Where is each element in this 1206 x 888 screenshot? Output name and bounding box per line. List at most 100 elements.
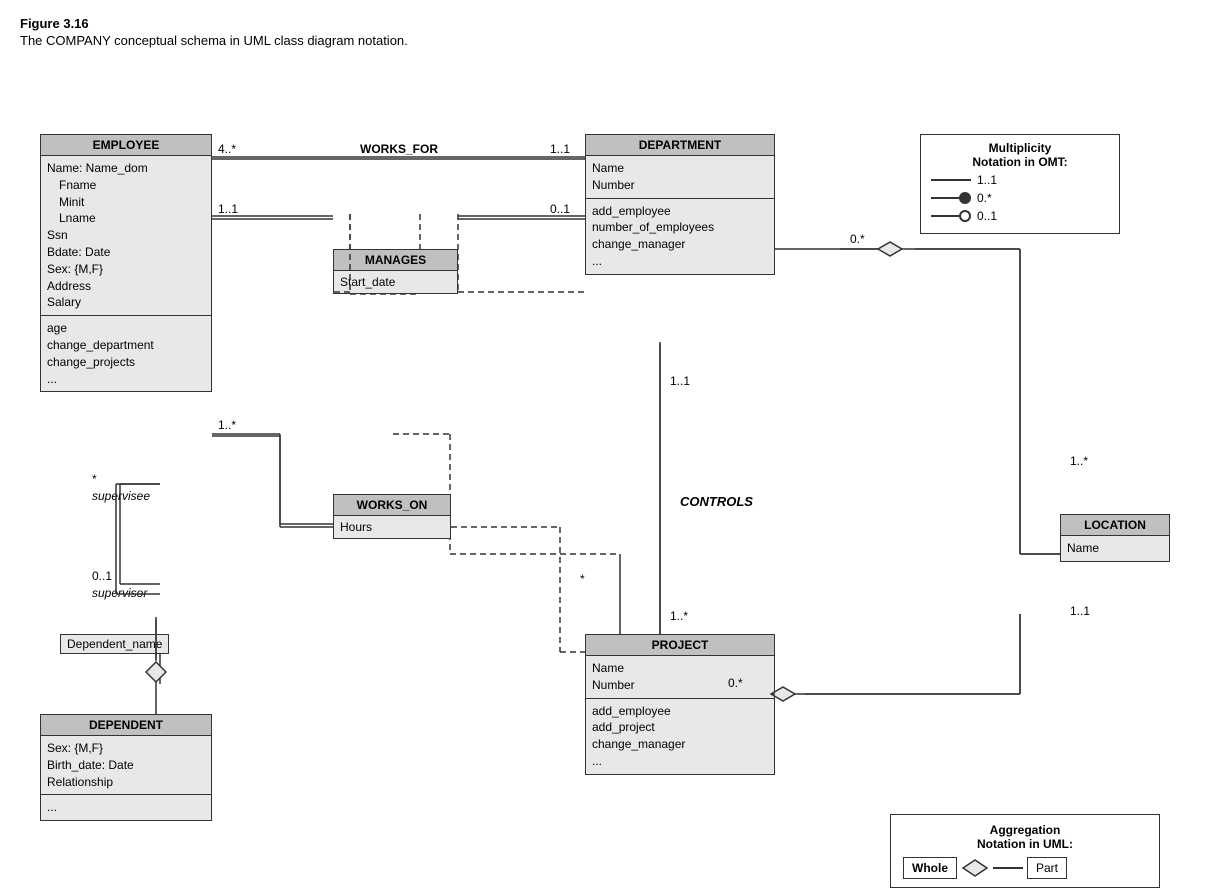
dependent-methods: ...: [41, 795, 211, 820]
diagram-area: EMPLOYEE Name: Name_dom Fname Minit Lnam…: [20, 64, 1186, 844]
dept-method-add: add_employee: [592, 203, 768, 220]
notation-row-0-1: 0..1: [931, 209, 1109, 223]
mult-proj-location: 0.*: [728, 676, 743, 690]
mult-controls-proj: 1..*: [670, 609, 688, 623]
mult-works-on-proj: *: [580, 572, 585, 586]
department-methods: add_employee number_of_employees change_…: [586, 199, 774, 274]
mult-supervise-01: 0..1: [92, 569, 112, 583]
dependent-attributes: Sex: {M,F} Birth_date: Date Relationship: [41, 736, 211, 795]
mult-controls-dept: 1..1: [670, 374, 690, 388]
dep-method-etc: ...: [47, 799, 205, 816]
method-change-proj: change_projects: [47, 354, 205, 371]
dept-method-change: change_manager: [592, 236, 768, 253]
dependent-class: DEPENDENT Sex: {M,F} Birth_date: Date Re…: [40, 714, 212, 821]
project-class-header: PROJECT: [586, 635, 774, 656]
dot-open-circle: [959, 210, 971, 222]
multiplicity-notation-box: Multiplicity Notation in OMT: 1..1 0.*: [920, 134, 1120, 234]
dot-filled-circle: [959, 192, 971, 204]
proj-method-change: change_manager: [592, 736, 768, 753]
label-0-star: 0.*: [977, 191, 992, 205]
manages-attr-startdate: Start_date: [340, 275, 451, 289]
figure-title: Figure 3.16: [20, 16, 1186, 31]
line-1-1: [931, 179, 971, 181]
method-change-dept: change_department: [47, 337, 205, 354]
label-1-1: 1..1: [977, 173, 997, 187]
attr-salary: Salary: [47, 294, 205, 311]
aggregation-row: Whole Part: [903, 857, 1147, 879]
project-methods: add_employee add_project change_manager …: [586, 699, 774, 774]
notation-row-0-star: 0.*: [931, 191, 1109, 205]
mult-supervise-star: *: [92, 472, 97, 486]
mult-1-1-dept: 1..1: [550, 142, 570, 156]
line-0-star: [931, 192, 971, 204]
notation-title: Multiplicity Notation in OMT:: [931, 141, 1109, 169]
label-0-1: 0..1: [977, 209, 997, 223]
attr-name-dom: Name: Name_dom: [47, 160, 205, 177]
mult-location-1star: 1..*: [1070, 454, 1088, 468]
dep-attr-birthdate: Birth_date: Date: [47, 757, 205, 774]
label-supervisor: supervisor: [92, 586, 147, 600]
manages-box: MANAGES Start_date: [333, 249, 458, 294]
mult-manages-emp: 1..1: [218, 202, 238, 216]
project-class: PROJECT Name Number add_employee add_pro…: [585, 634, 775, 775]
dot-line-filled: [931, 197, 959, 199]
employee-methods: age change_department change_projects ..…: [41, 316, 211, 391]
attr-address: Address: [47, 278, 205, 295]
label-supervisee: supervisee: [92, 489, 150, 503]
dependent-name-box: Dependent_name: [60, 634, 169, 654]
works-on-body: Hours: [334, 516, 450, 538]
department-attributes: Name Number: [586, 156, 774, 199]
mult-location-11: 1..1: [1070, 604, 1090, 618]
notation-row-1-1: 1..1: [931, 173, 1109, 187]
department-class-header: DEPARTMENT: [586, 135, 774, 156]
part-label: Part: [1027, 857, 1067, 879]
method-etc: ...: [47, 371, 205, 388]
dependent-class-header: DEPENDENT: [41, 715, 211, 736]
attr-lname: Lname: [47, 210, 205, 227]
mult-works-on-emp: 1..*: [218, 418, 236, 432]
whole-label: Whole: [903, 857, 957, 879]
dept-attr-name: Name: [592, 160, 768, 177]
works-for-label: WORKS_FOR: [360, 142, 438, 156]
works-on-box: WORKS_ON Hours: [333, 494, 451, 539]
attr-fname: Fname: [47, 177, 205, 194]
dep-attr-relationship: Relationship: [47, 774, 205, 791]
proj-method-add-emp: add_employee: [592, 703, 768, 720]
location-class-header: LOCATION: [1061, 515, 1169, 536]
method-age: age: [47, 320, 205, 337]
manages-header: MANAGES: [334, 250, 457, 271]
dept-method-num: number_of_employees: [592, 219, 768, 236]
dependent-diamond: [144, 660, 164, 680]
attr-ssn: Ssn: [47, 227, 205, 244]
employee-attributes: Name: Name_dom Fname Minit Lname Ssn Bda…: [41, 156, 211, 316]
dot-line-open: [931, 215, 959, 217]
works-on-header: WORKS_ON: [334, 495, 450, 516]
location-class: LOCATION Name: [1060, 514, 1170, 562]
loc-attr-name: Name: [1067, 540, 1163, 557]
aggregation-title: Aggregation Notation in UML:: [903, 823, 1147, 851]
line-0-1: [931, 210, 971, 222]
manages-body: Start_date: [334, 271, 457, 293]
mult-4-star: 4..*: [218, 142, 236, 156]
mult-dept-location: 0.*: [850, 232, 865, 246]
dep-attr-sex: Sex: {M,F}: [47, 740, 205, 757]
proj-method-etc: ...: [592, 753, 768, 770]
department-class: DEPARTMENT Name Number add_employee numb…: [585, 134, 775, 275]
project-attributes: Name Number: [586, 656, 774, 699]
aggregation-line: [993, 867, 1023, 869]
proj-method-add-proj: add_project: [592, 719, 768, 736]
attr-minit: Minit: [47, 194, 205, 211]
mult-manages-dept: 0..1: [550, 202, 570, 216]
aggregation-diamond: [961, 858, 989, 878]
aggregation-notation-box: Aggregation Notation in UML: Whole Part: [890, 814, 1160, 888]
employee-class: EMPLOYEE Name: Name_dom Fname Minit Lnam…: [40, 134, 212, 392]
location-attributes: Name: [1061, 536, 1169, 561]
attr-sex: Sex: {M,F}: [47, 261, 205, 278]
figure-caption: The COMPANY conceptual schema in UML cla…: [20, 33, 1186, 48]
controls-label: CONTROLS: [680, 494, 753, 509]
attr-bdate: Bdate: Date: [47, 244, 205, 261]
proj-attr-name: Name: [592, 660, 768, 677]
employee-class-header: EMPLOYEE: [41, 135, 211, 156]
works-on-attr-hours: Hours: [340, 520, 444, 534]
dept-method-etc: ...: [592, 253, 768, 270]
